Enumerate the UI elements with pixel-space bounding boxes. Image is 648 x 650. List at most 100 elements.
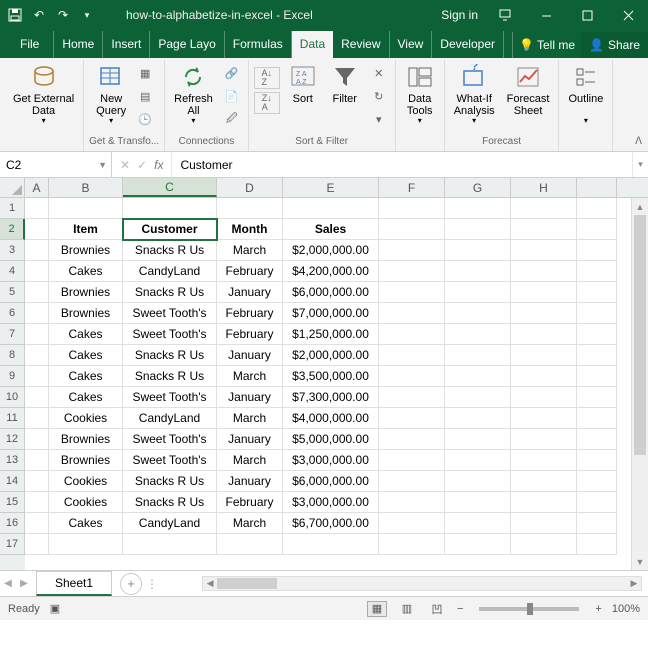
cell-A12[interactable] [25, 429, 49, 450]
tab-view[interactable]: View [390, 31, 433, 58]
row-header-15[interactable]: 15 [0, 492, 25, 513]
macro-record-icon[interactable]: ▣ [50, 602, 60, 615]
cell-10[interactable] [577, 387, 617, 408]
cell-G7[interactable] [445, 324, 511, 345]
cell-H16[interactable] [511, 513, 577, 534]
row-header-4[interactable]: 4 [0, 261, 25, 282]
cell-G9[interactable] [445, 366, 511, 387]
cell-B17[interactable] [49, 534, 123, 555]
cell-D15[interactable]: February [217, 492, 283, 513]
cell-H1[interactable] [511, 198, 577, 219]
cell-E15[interactable]: $3,000,000.00 [283, 492, 379, 513]
cell-H2[interactable] [511, 219, 577, 240]
cell-E10[interactable]: $7,300,000.00 [283, 387, 379, 408]
formula-input[interactable]: Customer [172, 152, 632, 177]
row-header-8[interactable]: 8 [0, 345, 25, 366]
qat-dropdown-icon[interactable]: ▾ [78, 6, 96, 24]
tell-me[interactable]: 💡Tell me [512, 32, 581, 58]
share-button[interactable]: 👤Share [581, 32, 648, 58]
cell-G17[interactable] [445, 534, 511, 555]
clear-filter-icon[interactable]: ✕ [368, 63, 390, 83]
cell-D9[interactable]: March [217, 366, 283, 387]
cell-C8[interactable]: Snacks R Us [123, 345, 217, 366]
cell-H10[interactable] [511, 387, 577, 408]
cell-B15[interactable]: Cookies [49, 492, 123, 513]
cell-C11[interactable]: CandyLand [123, 408, 217, 429]
cell-H11[interactable] [511, 408, 577, 429]
cell-G3[interactable] [445, 240, 511, 261]
cell-A6[interactable] [25, 303, 49, 324]
cell-H9[interactable] [511, 366, 577, 387]
col-header-D[interactable]: D [217, 178, 283, 197]
next-sheet-icon[interactable]: ▶ [16, 578, 32, 589]
cell-G11[interactable] [445, 408, 511, 429]
from-table-icon[interactable]: ▤ [134, 86, 156, 106]
cells[interactable]: ItemCustomerMonthSalesBrowniesSnacks R U… [25, 198, 648, 570]
cell-8[interactable] [577, 345, 617, 366]
cell-15[interactable] [577, 492, 617, 513]
cell-D5[interactable]: January [217, 282, 283, 303]
cell-2[interactable] [577, 219, 617, 240]
row-header-13[interactable]: 13 [0, 450, 25, 471]
filter-button[interactable]: Filter [326, 61, 364, 105]
cell-F10[interactable] [379, 387, 445, 408]
cell-F15[interactable] [379, 492, 445, 513]
zoom-in-icon[interactable]: + [595, 603, 601, 615]
undo-icon[interactable]: ↶ [30, 6, 48, 24]
cell-E4[interactable]: $4,200,000.00 [283, 261, 379, 282]
cell-F2[interactable] [379, 219, 445, 240]
cell-B16[interactable]: Cakes [49, 513, 123, 534]
cell-B2[interactable]: Item [49, 219, 123, 240]
cell-E16[interactable]: $6,700,000.00 [283, 513, 379, 534]
cell-C2[interactable]: Customer [123, 219, 217, 240]
recent-sources-icon[interactable]: 🕒 [134, 109, 156, 129]
cell-4[interactable] [577, 261, 617, 282]
tab-review[interactable]: Review [333, 31, 389, 58]
cell-A5[interactable] [25, 282, 49, 303]
cell-G5[interactable] [445, 282, 511, 303]
cell-E6[interactable]: $7,000,000.00 [283, 303, 379, 324]
cell-1[interactable] [577, 198, 617, 219]
zoom-level[interactable]: 100% [612, 603, 640, 615]
minimize-icon[interactable] [532, 5, 560, 25]
cell-E3[interactable]: $2,000,000.00 [283, 240, 379, 261]
redo-icon[interactable]: ↷ [54, 6, 72, 24]
cell-C17[interactable] [123, 534, 217, 555]
cell-G16[interactable] [445, 513, 511, 534]
cell-F9[interactable] [379, 366, 445, 387]
cell-D12[interactable]: January [217, 429, 283, 450]
cell-F12[interactable] [379, 429, 445, 450]
cell-C13[interactable]: Sweet Tooth's [123, 450, 217, 471]
cell-G4[interactable] [445, 261, 511, 282]
forecast-sheet-button[interactable]: Forecast Sheet [503, 61, 554, 117]
row-header-14[interactable]: 14 [0, 471, 25, 492]
show-queries-icon[interactable]: ▦ [134, 63, 156, 83]
row-header-7[interactable]: 7 [0, 324, 25, 345]
cell-E13[interactable]: $3,000,000.00 [283, 450, 379, 471]
cell-E11[interactable]: $4,000,000.00 [283, 408, 379, 429]
col-header-A[interactable]: A [25, 178, 49, 197]
page-layout-view-icon[interactable]: ▥ [397, 601, 417, 617]
cell-A10[interactable] [25, 387, 49, 408]
outline-button[interactable]: Outline▾ [564, 61, 607, 126]
cell-B8[interactable]: Cakes [49, 345, 123, 366]
cell-H3[interactable] [511, 240, 577, 261]
prev-sheet-icon[interactable]: ◀ [0, 578, 16, 589]
cell-B13[interactable]: Brownies [49, 450, 123, 471]
col-header-E[interactable]: E [283, 178, 379, 197]
row-header-2[interactable]: 2 [0, 219, 25, 240]
zoom-out-icon[interactable]: − [457, 603, 463, 615]
cell-B12[interactable]: Brownies [49, 429, 123, 450]
collapse-ribbon-icon[interactable]: ᐱ [635, 136, 642, 147]
cell-E5[interactable]: $6,000,000.00 [283, 282, 379, 303]
refresh-all-button[interactable]: Refresh All▾ [170, 61, 217, 126]
tab-insert[interactable]: Insert [103, 31, 150, 58]
cell-B4[interactable]: Cakes [49, 261, 123, 282]
cell-7[interactable] [577, 324, 617, 345]
cancel-formula-icon[interactable]: ✕ [120, 158, 130, 172]
cell-B9[interactable]: Cakes [49, 366, 123, 387]
row-header-16[interactable]: 16 [0, 513, 25, 534]
row-header-9[interactable]: 9 [0, 366, 25, 387]
cell-9[interactable] [577, 366, 617, 387]
cell-H13[interactable] [511, 450, 577, 471]
